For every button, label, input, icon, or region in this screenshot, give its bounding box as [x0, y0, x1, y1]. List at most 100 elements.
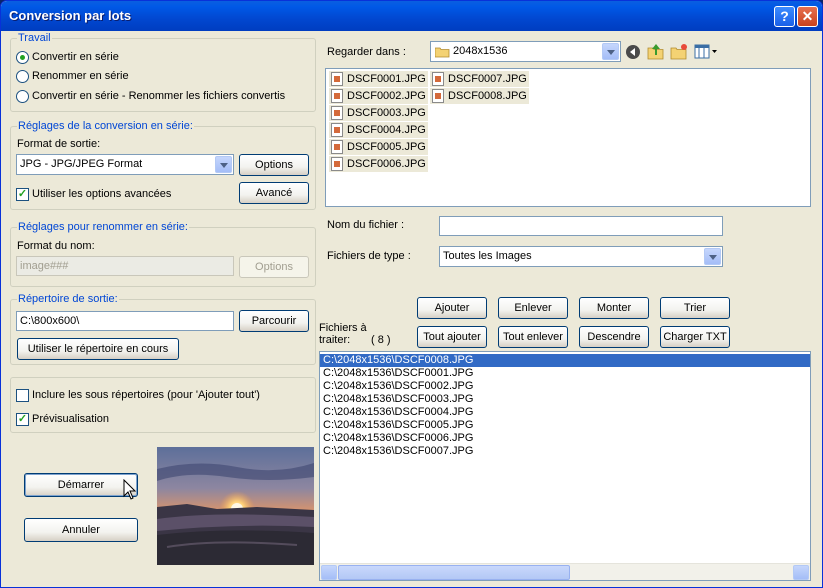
image-file-icon — [331, 157, 343, 171]
file-item[interactable]: DSCF0002.JPG — [329, 88, 428, 104]
add-button[interactable]: Ajouter — [417, 297, 487, 319]
look-in-select[interactable]: 2048x1536 — [430, 41, 621, 62]
image-file-icon — [432, 89, 444, 103]
chevron-down-icon[interactable] — [602, 43, 619, 60]
output-path-input[interactable]: C:\800x600\ — [16, 311, 234, 331]
file-item[interactable]: DSCF0006.JPG — [329, 156, 428, 172]
conversion-settings-legend: Réglages de la conversion en série: — [17, 120, 194, 132]
file-name: DSCF0001.JPG — [347, 73, 426, 85]
radio-convert-rename[interactable] — [16, 90, 29, 103]
file-name: DSCF0008.JPG — [448, 90, 527, 102]
new-folder-icon[interactable] — [670, 43, 688, 60]
image-file-icon — [432, 72, 444, 86]
folder-icon — [435, 47, 450, 58]
preview-label[interactable]: Prévisualisation — [32, 413, 109, 425]
remove-button[interactable]: Enlever — [498, 297, 568, 319]
queue-label-line2: traiter: — [319, 334, 351, 346]
remove-all-button[interactable]: Tout enlever — [498, 326, 568, 348]
output-format-label: Format de sortie: — [17, 138, 101, 150]
file-item[interactable]: DSCF0001.JPG — [329, 71, 428, 87]
cancel-button[interactable]: Annuler — [24, 518, 138, 542]
view-menu-icon[interactable] — [694, 44, 718, 59]
queue-item[interactable]: C:\2048x1536\DSCF0002.JPG — [320, 380, 810, 393]
filetype-select[interactable]: Toutes les Images — [439, 246, 723, 267]
image-file-icon — [331, 123, 343, 137]
file-browser-list[interactable]: DSCF0001.JPG DSCF0002.JPG DSCF0003.JPG DSCF… — [325, 68, 811, 207]
name-format-label: Format du nom: — [17, 240, 95, 252]
travail-legend: Travail — [17, 32, 52, 44]
browse-button[interactable]: Parcourir — [239, 310, 309, 332]
output-format-select[interactable]: JPG - JPG/JPEG Format — [16, 154, 234, 175]
queue-item[interactable]: C:\2048x1536\DSCF0003.JPG — [320, 393, 810, 406]
filetype-label: Fichiers de type : — [327, 250, 411, 262]
queue-item[interactable]: C:\2048x1536\DSCF0001.JPG — [320, 367, 810, 380]
scroll-left-arrow[interactable] — [321, 565, 337, 580]
conversion-options-button[interactable]: Options — [239, 154, 309, 176]
add-all-button[interactable]: Tout ajouter — [417, 326, 487, 348]
radio-rename[interactable] — [16, 70, 29, 83]
advanced-options-checkbox[interactable]: ✓ — [16, 188, 29, 201]
image-file-icon — [331, 140, 343, 154]
file-name: DSCF0007.JPG — [448, 73, 527, 85]
dialog-body: Travail Convertir en série Renommer en s… — [5, 31, 818, 585]
file-name: DSCF0003.JPG — [347, 107, 426, 119]
name-format-input[interactable]: image### — [16, 256, 234, 276]
queue-item[interactable]: C:\2048x1536\DSCF0005.JPG — [320, 419, 810, 432]
output-format-value: JPG - JPG/JPEG Format — [20, 158, 143, 170]
file-item[interactable]: DSCF0005.JPG — [329, 139, 428, 155]
load-txt-button[interactable]: Charger TXT — [660, 326, 730, 348]
filename-label: Nom du fichier : — [327, 219, 405, 231]
radio-rename-label[interactable]: Renommer en série — [32, 70, 129, 82]
back-icon[interactable] — [625, 44, 641, 60]
scroll-right-arrow[interactable] — [793, 565, 809, 580]
queue-item[interactable]: C:\2048x1536\DSCF0006.JPG — [320, 432, 810, 445]
file-name: DSCF0002.JPG — [347, 90, 426, 102]
queue-count: ( 8 ) — [371, 334, 391, 346]
queue-item[interactable]: C:\2048x1536\DSCF0007.JPG — [320, 445, 810, 458]
radio-convert-label[interactable]: Convertir en série — [32, 51, 119, 63]
scroll-thumb[interactable] — [338, 565, 570, 580]
chevron-down-icon[interactable] — [704, 248, 721, 265]
move-down-button[interactable]: Descendre — [579, 326, 649, 348]
sort-button[interactable]: Trier — [660, 297, 730, 319]
preview-image — [157, 447, 314, 565]
file-name: DSCF0004.JPG — [347, 124, 426, 136]
queue-item[interactable]: C:\2048x1536\DSCF0004.JPG — [320, 406, 810, 419]
chevron-down-icon[interactable] — [215, 156, 232, 173]
look-in-value: 2048x1536 — [453, 45, 508, 57]
include-subdirs-checkbox[interactable] — [16, 389, 29, 402]
horizontal-scrollbar[interactable] — [320, 563, 810, 580]
filename-input[interactable] — [439, 216, 723, 236]
queue-item[interactable]: C:\2048x1536\DSCF0008.JPG — [320, 354, 810, 367]
queue-list[interactable]: C:\2048x1536\DSCF0008.JPG C:\2048x1536\DS… — [319, 351, 811, 581]
queue-label-line1: Fichiers à — [319, 322, 367, 334]
rename-settings-legend: Réglages pour renommer en série: — [17, 221, 189, 233]
file-item[interactable]: DSCF0003.JPG — [329, 105, 428, 121]
image-file-icon — [331, 72, 343, 86]
image-file-icon — [331, 106, 343, 120]
advanced-button[interactable]: Avancé — [239, 182, 309, 204]
window-title: Conversion par lots — [9, 8, 132, 23]
filetype-value: Toutes les Images — [443, 250, 532, 262]
radio-convert[interactable] — [16, 51, 29, 64]
file-item[interactable]: DSCF0004.JPG — [329, 122, 428, 138]
start-button[interactable]: Démarrer — [24, 473, 138, 497]
preview-checkbox[interactable]: ✓ — [16, 413, 29, 426]
file-item[interactable]: DSCF0007.JPG — [430, 71, 529, 87]
include-subdirs-label[interactable]: Inclure les sous répertoires (pour 'Ajou… — [32, 389, 260, 401]
up-folder-icon[interactable] — [647, 43, 665, 60]
use-current-dir-button[interactable]: Utiliser le répertoire en cours — [17, 338, 179, 360]
rename-options-button[interactable]: Options — [239, 256, 309, 278]
output-directory-legend: Répertoire de sortie: — [17, 293, 119, 305]
advanced-options-label[interactable]: Utiliser les options avancées — [32, 188, 171, 200]
file-name: DSCF0006.JPG — [347, 158, 426, 170]
batch-conversion-window: Conversion par lots ? ✕ Travail Converti… — [0, 0, 823, 588]
file-item[interactable]: DSCF0008.JPG — [430, 88, 529, 104]
mouse-cursor-icon — [123, 479, 137, 500]
help-button[interactable]: ? — [774, 6, 795, 27]
look-in-label: Regarder dans : — [327, 46, 406, 58]
close-button[interactable]: ✕ — [797, 6, 818, 27]
title-bar[interactable]: Conversion par lots ? ✕ — [1, 1, 822, 31]
radio-convert-rename-label[interactable]: Convertir en série - Renommer les fichie… — [32, 90, 285, 102]
move-up-button[interactable]: Monter — [579, 297, 649, 319]
